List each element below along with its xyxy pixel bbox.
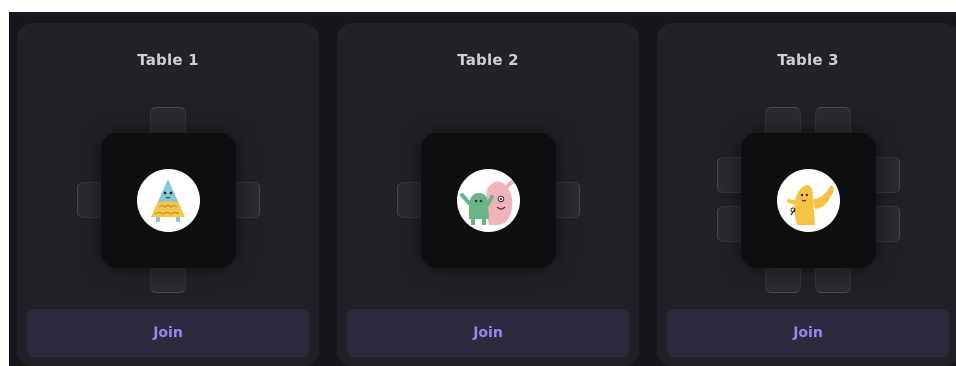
table-card-2: Table 2 Join — [337, 23, 639, 366]
table-title: Table 1 — [137, 51, 199, 69]
table-card-1: Table 1 Join — [17, 23, 319, 366]
table-scene — [337, 85, 639, 305]
seat-bottom-left[interactable] — [765, 265, 801, 293]
tables-panel: Table 1 Join Table 2 Join Table 3 Join — [9, 12, 956, 366]
table-title: Table 2 — [457, 51, 519, 69]
table-card-3: Table 3 Join — [657, 23, 956, 366]
table-scene — [17, 85, 319, 305]
table-surface — [741, 133, 876, 268]
join-button[interactable]: Join — [27, 309, 309, 357]
green-pink-monsters-icon — [457, 169, 520, 232]
join-button[interactable]: Join — [347, 309, 629, 357]
seat-bottom-right[interactable] — [815, 265, 851, 293]
table-surface — [421, 133, 556, 268]
table-title: Table 3 — [777, 51, 839, 69]
yellow-waving-character-icon — [777, 169, 840, 232]
table-scene — [657, 85, 956, 305]
table-surface — [101, 133, 236, 268]
seat-bottom[interactable] — [150, 265, 186, 293]
join-button[interactable]: Join — [667, 309, 949, 357]
blue-cake-character-icon — [137, 169, 200, 232]
